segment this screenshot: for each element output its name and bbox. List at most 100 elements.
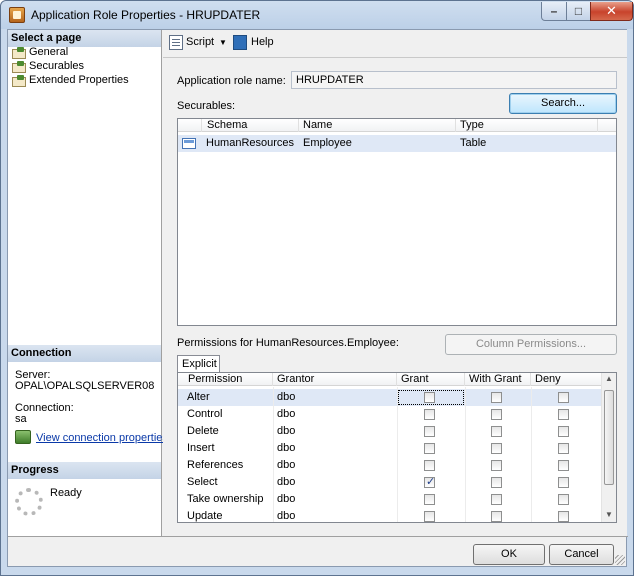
- select-page-header: Select a page: [8, 30, 161, 47]
- minimize-button[interactable]: –: [541, 2, 567, 21]
- page-icon: [12, 61, 26, 73]
- permissions-header-grantor[interactable]: Grantor: [273, 373, 397, 386]
- deny-checkbox[interactable]: [558, 443, 569, 454]
- with-grant-checkbox[interactable]: [491, 511, 502, 522]
- permissions-header-permission[interactable]: Permission: [178, 373, 273, 386]
- close-icon: ✕: [606, 3, 617, 18]
- script-dropdown-arrow-icon[interactable]: ▼: [219, 38, 227, 47]
- grant-checkbox[interactable]: [424, 511, 435, 522]
- permission-name-cell: Insert: [187, 442, 215, 454]
- scroll-down-icon[interactable]: ▼: [602, 510, 616, 522]
- deny-checkbox[interactable]: [558, 477, 569, 488]
- securables-grid-header: Schema Name Type: [178, 119, 616, 132]
- grant-checkbox[interactable]: [424, 443, 435, 454]
- permission-grantor-cell: dbo: [277, 510, 296, 522]
- connection-properties-icon: [15, 430, 31, 444]
- search-button[interactable]: Search...: [509, 93, 617, 114]
- permission-grantor-cell: dbo: [277, 391, 296, 403]
- table-icon: [182, 138, 196, 149]
- securables-label: Securables:: [177, 100, 236, 112]
- securables-header-type[interactable]: Type: [456, 119, 598, 132]
- dialog-window: Application Role Properties - HRUPDATER …: [0, 0, 634, 576]
- grant-checkbox[interactable]: [424, 494, 435, 505]
- with-grant-checkbox[interactable]: [491, 409, 502, 420]
- column-divider: [531, 387, 532, 522]
- table-row[interactable]: Insert dbo: [178, 440, 603, 457]
- permissions-header-deny[interactable]: Deny: [531, 373, 603, 386]
- right-pane: Script ▼ Help Application role name: HRU…: [163, 30, 627, 536]
- with-grant-checkbox[interactable]: [491, 460, 502, 471]
- permission-name-cell: Delete: [187, 425, 219, 437]
- permission-name-cell: Take ownership: [187, 493, 264, 505]
- grant-checkbox[interactable]: [424, 460, 435, 471]
- with-grant-checkbox[interactable]: [491, 426, 502, 437]
- grant-checkbox[interactable]: [424, 426, 435, 437]
- scroll-up-icon[interactable]: ▲: [602, 374, 616, 388]
- column-divider: [397, 387, 398, 522]
- permissions-header-with-grant[interactable]: With Grant: [465, 373, 531, 386]
- permissions-scrollbar[interactable]: ▲ ▼: [601, 373, 616, 522]
- window-title: Application Role Properties - HRUPDATER: [31, 8, 261, 22]
- permission-name-cell: Select: [187, 476, 218, 488]
- ok-button[interactable]: OK: [473, 544, 545, 565]
- table-row[interactable]: HumanResources Employee Table: [178, 135, 616, 152]
- permissions-grid[interactable]: Permission Grantor Grant With Grant Deny…: [177, 372, 617, 523]
- with-grant-checkbox[interactable]: [491, 392, 502, 403]
- page-icon: [12, 75, 26, 87]
- column-divider: [465, 387, 466, 522]
- cancel-button[interactable]: Cancel: [549, 544, 614, 565]
- role-name-field[interactable]: HRUPDATER: [291, 71, 617, 89]
- script-icon[interactable]: [169, 35, 183, 50]
- deny-checkbox[interactable]: [558, 426, 569, 437]
- resize-grip-icon[interactable]: [615, 555, 625, 565]
- permissions-header-grant[interactable]: Grant: [397, 373, 465, 386]
- securables-grid[interactable]: Schema Name Type HumanResources Employee…: [177, 118, 617, 326]
- maximize-icon: □: [574, 4, 583, 18]
- deny-checkbox[interactable]: [558, 460, 569, 471]
- close-button[interactable]: ✕: [590, 2, 633, 21]
- help-icon[interactable]: [233, 35, 247, 50]
- deny-checkbox[interactable]: [558, 494, 569, 505]
- grant-checkbox[interactable]: [424, 475, 435, 488]
- page-item-label: Securables: [29, 60, 85, 72]
- page-item-label: General: [29, 46, 69, 58]
- with-grant-checkbox[interactable]: [491, 443, 502, 454]
- securables-header-name[interactable]: Name: [299, 119, 456, 132]
- help-button[interactable]: Help: [251, 36, 274, 48]
- table-row[interactable]: Alter dbo: [178, 389, 603, 406]
- table-row[interactable]: Update dbo: [178, 508, 603, 522]
- table-row[interactable]: References dbo: [178, 457, 603, 474]
- dialog-client-area: Select a page General Securables Extende…: [7, 29, 628, 567]
- permission-grantor-cell: dbo: [277, 442, 296, 454]
- securable-schema-cell: HumanResources: [206, 137, 295, 149]
- tab-explicit[interactable]: Explicit: [177, 355, 220, 373]
- connection-header: Connection: [8, 345, 161, 362]
- table-row[interactable]: Delete dbo: [178, 423, 603, 440]
- table-row[interactable]: Control dbo: [178, 406, 603, 423]
- toolbar: Script ▼ Help: [163, 30, 627, 56]
- permissions-label: Permissions for HumanResources.Employee:: [177, 337, 399, 349]
- maximize-button[interactable]: □: [566, 2, 591, 21]
- permissions-grid-header: Permission Grantor Grant With Grant Deny: [178, 373, 603, 386]
- scroll-thumb[interactable]: [604, 390, 614, 485]
- column-divider: [273, 387, 274, 522]
- table-row[interactable]: Take ownership dbo: [178, 491, 603, 508]
- deny-checkbox[interactable]: [558, 392, 569, 403]
- securables-header-schema[interactable]: Schema: [202, 119, 299, 132]
- title-bar[interactable]: Application Role Properties - HRUPDATER …: [1, 1, 633, 29]
- script-button[interactable]: Script: [186, 36, 214, 48]
- app-role-icon: [9, 7, 25, 23]
- connection-value: sa: [15, 413, 27, 425]
- view-connection-properties-link[interactable]: View connection properties: [36, 432, 168, 444]
- cell-focus-indicator: [398, 390, 464, 405]
- grant-checkbox[interactable]: [424, 409, 435, 420]
- with-grant-checkbox[interactable]: [491, 494, 502, 505]
- table-row[interactable]: Select dbo: [178, 474, 603, 491]
- with-grant-checkbox[interactable]: [491, 477, 502, 488]
- permission-name-cell: Alter: [187, 391, 210, 403]
- deny-checkbox[interactable]: [558, 409, 569, 420]
- column-permissions-button[interactable]: Column Permissions...: [445, 334, 617, 355]
- permission-grantor-cell: dbo: [277, 408, 296, 420]
- deny-checkbox[interactable]: [558, 511, 569, 522]
- toolbar-separator: [163, 57, 627, 58]
